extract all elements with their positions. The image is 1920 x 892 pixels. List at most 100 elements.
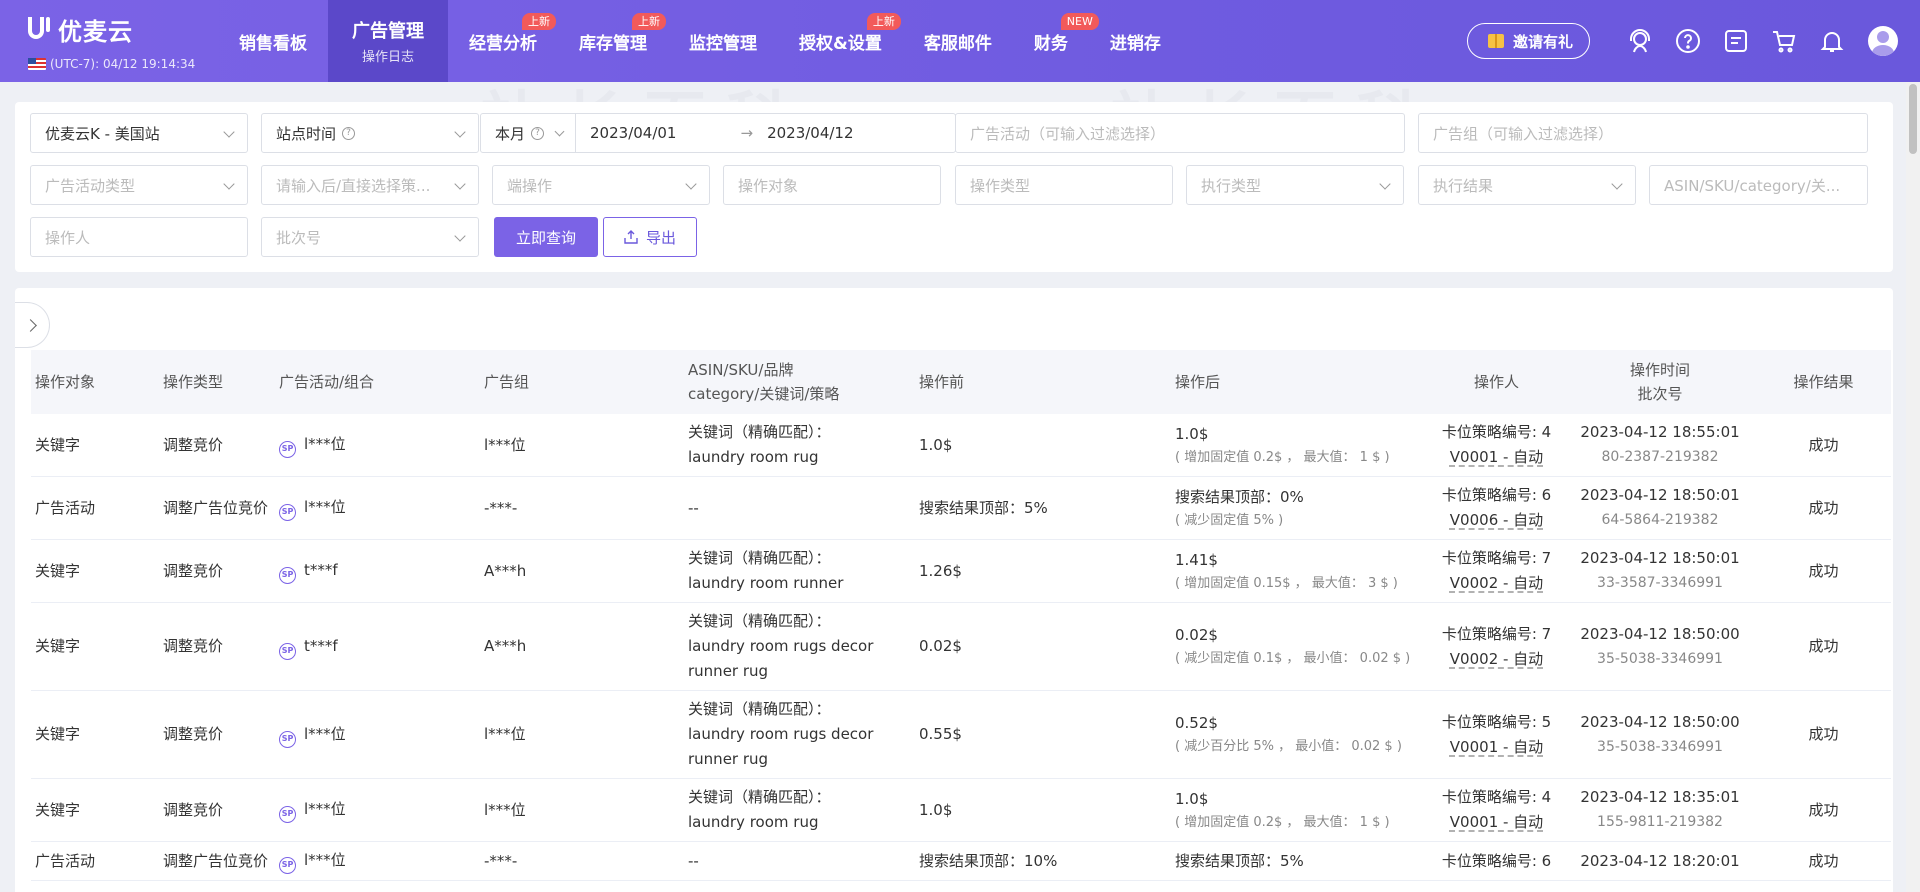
brand[interactable]: 优麦云 (UTC-7): 04/12 19:14:34: [0, 0, 218, 82]
date-range-picker[interactable]: 本月? 2023/04/01 → 2023/04/12: [480, 113, 956, 153]
query-button[interactable]: 立即查询: [494, 217, 598, 257]
chevron-down-icon: [454, 178, 466, 190]
help-icon[interactable]: [1674, 27, 1702, 55]
cell-campaign[interactable]: SP l***位: [275, 690, 480, 779]
cell-campaign[interactable]: SP l***位: [275, 414, 480, 477]
cell-time: 2023-04-12 18:50:00 35-5038-3346991: [1564, 602, 1756, 691]
chevron-right-icon: [23, 318, 37, 332]
cell-op-type: 调整竞价: [159, 778, 275, 842]
nav-item-service-mail[interactable]: 客服邮件: [903, 0, 1013, 82]
export-button[interactable]: 导出: [603, 217, 697, 257]
cell-group: l***位: [480, 690, 684, 779]
table-row: 关键字 调整竞价 SP t***f A***h 关键词（精确匹配）： laundry…: [31, 602, 1891, 691]
strategy-link[interactable]: V0002 - 自动: [1450, 650, 1543, 668]
endpoint-select[interactable]: 端操作: [492, 165, 710, 205]
col-header-op-type[interactable]: 操作类型: [159, 350, 275, 414]
sp-ad-icon: SP: [279, 857, 296, 874]
brand-logo-icon: [28, 16, 50, 43]
batch-select[interactable]: 批次号: [261, 217, 479, 257]
cell-operator: 卡位策略编号: 4 V0001 - 自动: [1429, 778, 1564, 842]
support-icon[interactable]: [1626, 27, 1654, 55]
nav-item-business-analysis[interactable]: 经营分析 上新: [448, 0, 558, 82]
cell-result: 成功: [1756, 841, 1891, 881]
date-end[interactable]: 2023/04/12: [767, 124, 853, 142]
exec-type-select[interactable]: 执行类型: [1186, 165, 1404, 205]
nav-item-purchase-sales-stock[interactable]: 进销存: [1089, 0, 1182, 82]
time-type-select[interactable]: 站点时间?: [261, 113, 479, 153]
page-scrollbar[interactable]: [1906, 82, 1920, 892]
store-select[interactable]: 优麦云K - 美国站: [30, 113, 248, 153]
cell-time: 2023-04-12 18:55:01 80-2387-219382: [1564, 414, 1756, 477]
col-header-after[interactable]: 操作后: [1171, 350, 1429, 414]
cell-result: 成功: [1756, 602, 1891, 691]
scrollbar-thumb[interactable]: [1909, 84, 1917, 154]
table-row: 广告活动 调整广告位竞价 SP l***位 -***- -- 搜索结果顶部：10%…: [31, 841, 1891, 881]
message-icon[interactable]: [1722, 27, 1750, 55]
strategy-link[interactable]: V0001 - 自动: [1450, 738, 1543, 756]
cell-campaign[interactable]: SP t***f: [275, 539, 480, 603]
chevron-down-icon: [685, 178, 697, 190]
cell-campaign[interactable]: SP l***位: [275, 841, 480, 881]
new-badge: 上新: [866, 13, 901, 30]
user-avatar[interactable]: [1868, 26, 1898, 56]
col-header-before[interactable]: 操作前: [915, 350, 1171, 414]
col-header-campaign[interactable]: 广告活动/组合: [275, 350, 480, 414]
main-nav: 销售看板 广告管理 操作日志 经营分析 上新 库存管理 上新 监控管理 授权&设…: [218, 0, 1182, 82]
cell-before: 1.26$: [915, 539, 1171, 603]
table-row: 广告活动 调整广告位竞价 SP l***位 -***- -- 搜索结果顶部：5% …: [31, 476, 1891, 540]
col-header-operator[interactable]: 操作人: [1429, 350, 1564, 414]
strategy-link[interactable]: V0001 - 自动: [1450, 813, 1543, 831]
op-type-input[interactable]: 操作类型: [955, 165, 1173, 205]
cell-after: 1.41$( 增加固定值 0.15$ ， 最大值： 3 $ ): [1171, 539, 1429, 603]
brand-name: 优麦云: [58, 18, 133, 46]
cell-time: 2023-04-12 18:50:00 35-5038-3346991: [1564, 690, 1756, 779]
bell-icon[interactable]: [1818, 27, 1846, 55]
operator-input[interactable]: 操作人: [30, 217, 248, 257]
period-select[interactable]: 本月: [495, 123, 525, 144]
target-input[interactable]: 操作对象: [723, 165, 941, 205]
table-header-row: 操作对象 操作类型 广告活动/组合 广告组 ASIN/SKU/品牌 categor…: [31, 350, 1891, 414]
col-header-result[interactable]: 操作结果: [1756, 350, 1891, 414]
strategy-link[interactable]: V0001 - 自动: [1450, 448, 1543, 466]
cell-result: 成功: [1756, 539, 1891, 603]
arrow-right-icon: →: [740, 124, 754, 142]
cell-group: l***位: [480, 414, 684, 477]
strategy-select[interactable]: 请输入后/直接选择策...: [261, 165, 479, 205]
nav-item-monitoring[interactable]: 监控管理: [668, 0, 778, 82]
nav-item-inventory[interactable]: 库存管理 上新: [558, 0, 668, 82]
cell-result: 成功: [1756, 476, 1891, 540]
operation-log-table: 操作对象 操作类型 广告活动/组合 广告组 ASIN/SKU/品牌 categor…: [31, 350, 1891, 881]
chevron-down-icon: [554, 126, 565, 136]
cell-target: 关键字: [31, 690, 159, 779]
expand-sidebar-button[interactable]: [15, 302, 50, 348]
nav-item-finance[interactable]: 财务 NEW: [1013, 0, 1099, 82]
cell-campaign[interactable]: SP t***f: [275, 602, 480, 691]
nav-item-auth-settings[interactable]: 授权&设置 上新: [778, 0, 903, 82]
site-timezone: (UTC-7): 04/12 19:14:34: [50, 57, 196, 71]
col-header-group[interactable]: 广告组: [480, 350, 684, 414]
new-badge: 上新: [522, 13, 556, 30]
sp-ad-icon: SP: [279, 730, 296, 748]
sp-ad-icon: SP: [279, 806, 296, 823]
help-icon: ?: [342, 126, 356, 140]
strategy-link[interactable]: V0006 - 自动: [1450, 511, 1543, 529]
nav-item-ad-management[interactable]: 广告管理 操作日志: [328, 0, 448, 82]
cart-icon[interactable]: [1770, 27, 1798, 55]
campaign-type-select[interactable]: 广告活动类型: [30, 165, 248, 205]
invite-button[interactable]: 邀请有礼: [1466, 23, 1590, 59]
cell-campaign[interactable]: SP l***位: [275, 778, 480, 842]
ad-group-filter-input[interactable]: 广告组（可输入过滤选择）: [1418, 113, 1868, 153]
strategy-link[interactable]: V0002 - 自动: [1450, 574, 1543, 592]
col-header-time[interactable]: 操作时间 批次号: [1564, 350, 1756, 414]
cell-campaign[interactable]: SP l***位: [275, 476, 480, 540]
col-header-asin[interactable]: ASIN/SKU/品牌 category/关键词/策略: [684, 350, 915, 414]
cell-result: 成功: [1756, 690, 1891, 779]
chevron-down-icon: [223, 126, 235, 138]
col-header-target[interactable]: 操作对象: [31, 350, 159, 414]
asin-filter-input[interactable]: ASIN/SKU/category/关...: [1649, 165, 1868, 205]
cell-target: 广告活动: [31, 841, 159, 881]
exec-result-select[interactable]: 执行结果: [1418, 165, 1636, 205]
date-start[interactable]: 2023/04/01: [590, 124, 676, 142]
campaign-filter-input[interactable]: 广告活动（可输入过滤选择）: [955, 113, 1405, 153]
nav-item-sales-board[interactable]: 销售看板: [218, 0, 328, 82]
